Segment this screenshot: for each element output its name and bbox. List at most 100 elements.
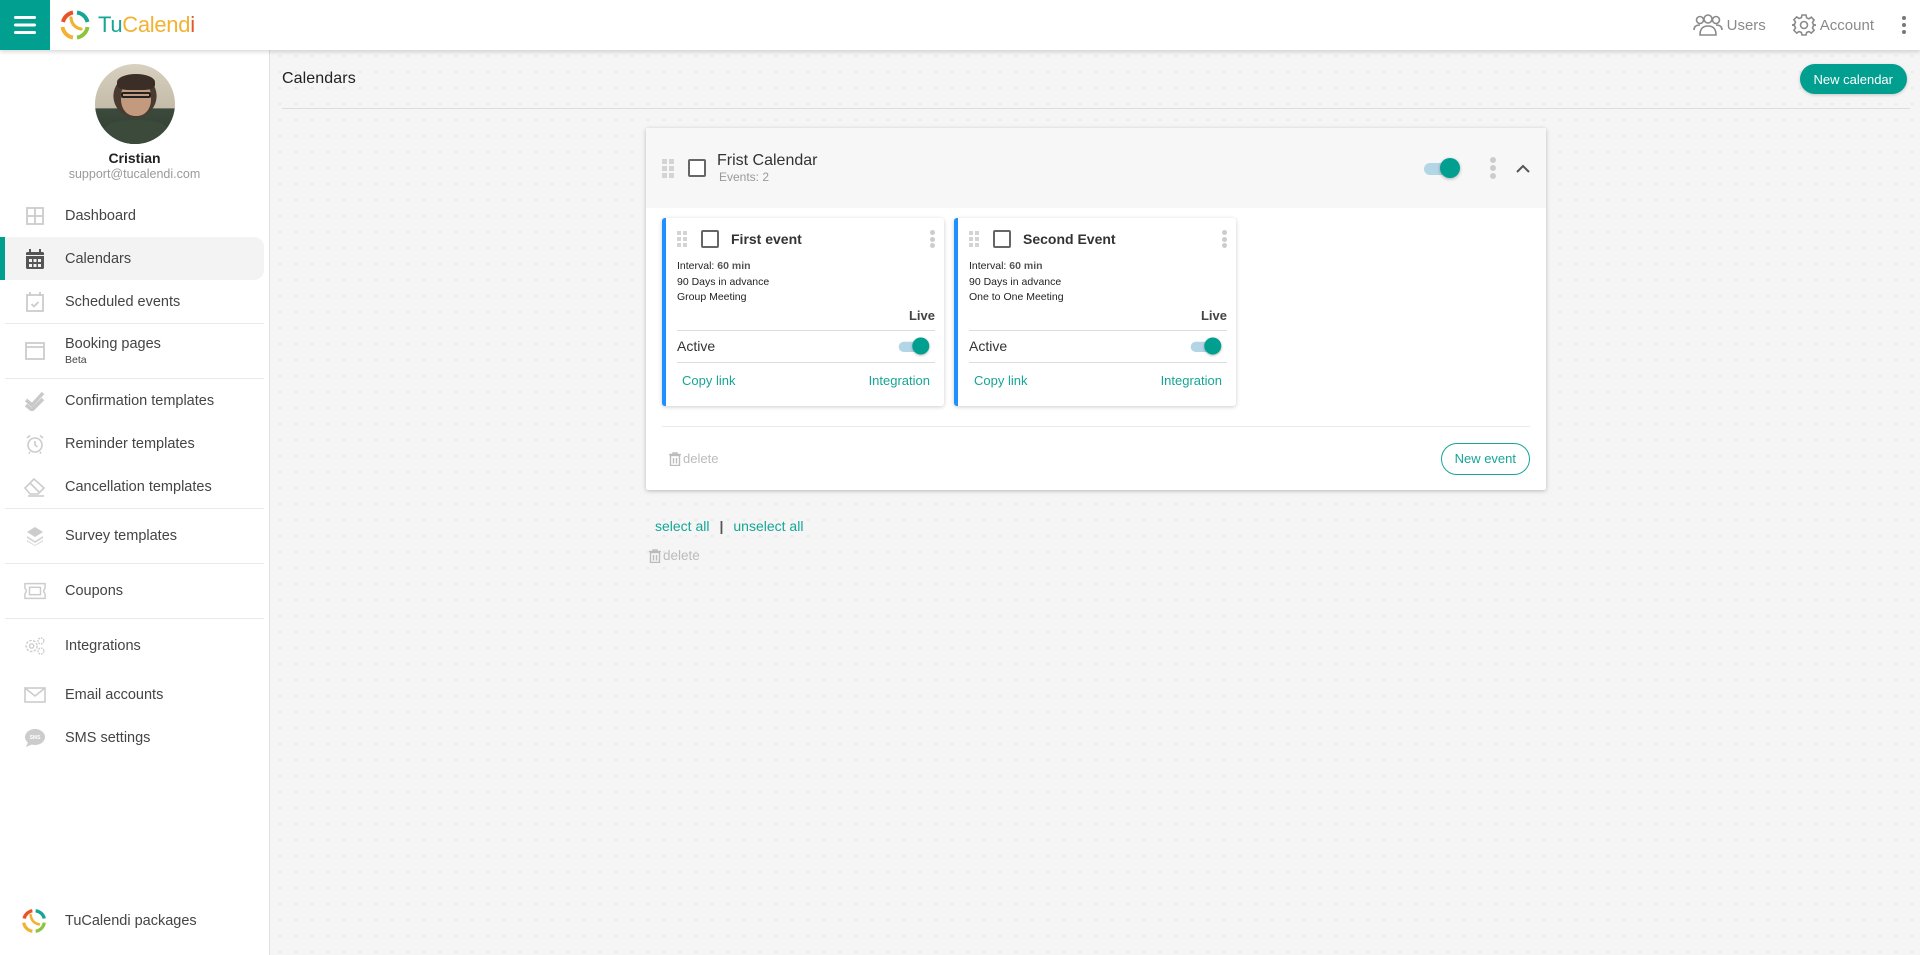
sidebar-item-scheduled-events[interactable]: Scheduled events bbox=[0, 280, 264, 323]
tucalendi-logo-icon bbox=[60, 10, 90, 40]
trash-icon bbox=[649, 548, 661, 563]
calendar-checkbox[interactable] bbox=[688, 159, 706, 177]
calendar-icon bbox=[24, 248, 46, 270]
event-active-toggle[interactable] bbox=[1190, 337, 1222, 355]
sidebar-item-coupons[interactable]: Coupons bbox=[0, 564, 264, 618]
brand-part-calend: Calend bbox=[122, 12, 191, 37]
tucalendi-logo-icon bbox=[20, 907, 48, 935]
delete-label: delete bbox=[663, 548, 700, 563]
interval-label: Interval: bbox=[677, 260, 715, 272]
sidebar-item-confirmation-templates[interactable]: Confirmation templates bbox=[0, 379, 264, 422]
drag-handle-icon[interactable] bbox=[969, 231, 979, 247]
sidebar-item-reminder-templates[interactable]: Reminder templates bbox=[0, 422, 264, 465]
delete-label: delete bbox=[683, 451, 719, 466]
copy-link-button[interactable]: Copy link bbox=[974, 373, 1027, 388]
event-card: Second Event Interval: 60 min 90 Days in… bbox=[954, 218, 1236, 406]
brand-part-tu: Tu bbox=[98, 12, 123, 37]
delete-events-button[interactable]: delete bbox=[669, 451, 718, 466]
sidebar-item-dashboard[interactable]: Dashboard bbox=[0, 194, 264, 237]
calendar-more-options-button[interactable] bbox=[1490, 157, 1496, 179]
delete-calendars-button[interactable]: delete bbox=[649, 548, 803, 563]
beta-badge: Beta bbox=[65, 354, 87, 366]
envelope-icon bbox=[24, 684, 46, 706]
interval-label: Interval: bbox=[969, 260, 1007, 272]
calendar-check-icon bbox=[24, 291, 46, 313]
event-header: Second Event bbox=[969, 228, 1227, 250]
calendar-enabled-toggle[interactable] bbox=[1424, 158, 1460, 178]
sidebar-item-label: Reminder templates bbox=[65, 435, 195, 452]
event-interval: Interval: 60 min bbox=[677, 259, 935, 275]
integration-button[interactable]: Integration bbox=[1161, 373, 1222, 388]
event-more-options-button[interactable] bbox=[1222, 230, 1227, 248]
sms-bubble-icon: SMS bbox=[24, 727, 46, 749]
event-type: One to One Meeting bbox=[969, 291, 1064, 303]
sidebar-item-cancellation-templates[interactable]: Cancellation templates bbox=[0, 465, 264, 508]
eraser-icon bbox=[24, 476, 46, 498]
calendar-events-count: Events: 2 bbox=[719, 170, 770, 184]
integration-button[interactable]: Integration bbox=[869, 373, 930, 388]
event-active-row: Active bbox=[969, 329, 1227, 363]
sidebar-item-label: Coupons bbox=[65, 583, 124, 599]
users-label: Users bbox=[1726, 16, 1766, 34]
copy-link-button[interactable]: Copy link bbox=[682, 373, 735, 388]
event-advance: 90 Days in advance bbox=[969, 275, 1062, 288]
sidebar-item-label: Calendars bbox=[65, 250, 132, 267]
sidebar-item-calendars[interactable]: Calendars bbox=[0, 237, 264, 280]
event-checkbox[interactable] bbox=[701, 230, 719, 248]
event-links: Copy link Integration bbox=[969, 363, 1227, 399]
sidebar-nav: Dashboard Calendars Scheduled events Boo… bbox=[0, 194, 269, 759]
event-more-options-button[interactable] bbox=[930, 230, 935, 248]
sidebar-item-integrations[interactable]: Integrations bbox=[0, 619, 264, 673]
account-link[interactable]: Account bbox=[1791, 13, 1874, 37]
users-link[interactable]: Users bbox=[1692, 13, 1766, 37]
logo[interactable]: TuCalendi bbox=[58, 8, 195, 42]
hamburger-icon bbox=[14, 16, 36, 34]
page-title: Calendars bbox=[282, 70, 356, 87]
avatar[interactable] bbox=[94, 64, 175, 144]
sidebar-item-sms-settings[interactable]: SMS SMS settings bbox=[0, 716, 264, 759]
top-bar: TuCalendi Users Account bbox=[0, 0, 1920, 50]
event-active-row: Active bbox=[677, 329, 935, 363]
more-options-button[interactable] bbox=[1902, 16, 1906, 34]
gear-icon bbox=[1791, 14, 1816, 36]
sidebar-item-label: Survey templates bbox=[65, 528, 178, 544]
event-header: First event bbox=[677, 228, 935, 250]
user-profile: Cristian support@tucalendi.com bbox=[0, 50, 269, 194]
events-list: First event Interval: 60 min 90 Days in … bbox=[646, 208, 1546, 426]
event-active-toggle[interactable] bbox=[898, 337, 930, 355]
event-checkbox[interactable] bbox=[993, 230, 1011, 248]
separator: | bbox=[719, 518, 724, 534]
sidebar: Cristian support@tucalendi.com Dashboard… bbox=[0, 50, 270, 955]
top-right-actions: Users Account bbox=[1667, 13, 1906, 37]
sidebar-item-label: Dashboard bbox=[65, 207, 136, 224]
event-interval: Interval: 60 min bbox=[969, 259, 1227, 275]
select-all-link[interactable]: select all bbox=[655, 518, 709, 534]
drag-handle-icon[interactable] bbox=[677, 231, 687, 247]
svg-text:SMS: SMS bbox=[30, 735, 42, 741]
event-card: First event Interval: 60 min 90 Days in … bbox=[662, 218, 944, 406]
drag-handle-icon[interactable] bbox=[662, 158, 674, 178]
menu-button[interactable] bbox=[0, 0, 50, 50]
event-title: Second Event bbox=[1023, 231, 1116, 247]
tucalendi-packages-link[interactable]: TuCalendi packages bbox=[0, 907, 269, 935]
event-info: Interval: 60 min 90 Days in advance Grou… bbox=[677, 259, 935, 306]
event-links: Copy link Integration bbox=[677, 363, 935, 399]
chevron-up-icon[interactable] bbox=[1516, 164, 1530, 173]
interval-value: 60 min bbox=[717, 260, 751, 272]
ticket-icon bbox=[24, 580, 46, 602]
sidebar-item-label: Cancellation templates bbox=[65, 478, 212, 495]
selection-links: select all | unselect all bbox=[655, 518, 803, 534]
sidebar-item-survey-templates[interactable]: Survey templates bbox=[0, 509, 264, 563]
new-calendar-button[interactable]: New calendar bbox=[1799, 64, 1907, 94]
sidebar-item-email-accounts[interactable]: Email accounts bbox=[0, 673, 264, 716]
sidebar-item-label: Confirmation templates bbox=[65, 392, 215, 409]
profile-name: Cristian bbox=[108, 150, 161, 166]
browser-window-icon bbox=[24, 340, 46, 362]
sidebar-item-booking-pages[interactable]: Booking pages Beta bbox=[0, 324, 264, 378]
new-event-button[interactable]: New event bbox=[1440, 442, 1530, 475]
gears-icon bbox=[24, 635, 46, 657]
event-info: Interval: 60 min 90 Days in advance One … bbox=[969, 259, 1227, 306]
event-status: Live bbox=[908, 307, 935, 323]
page-header: Calendars New calendar bbox=[282, 50, 1910, 109]
unselect-all-link[interactable]: unselect all bbox=[733, 518, 803, 534]
